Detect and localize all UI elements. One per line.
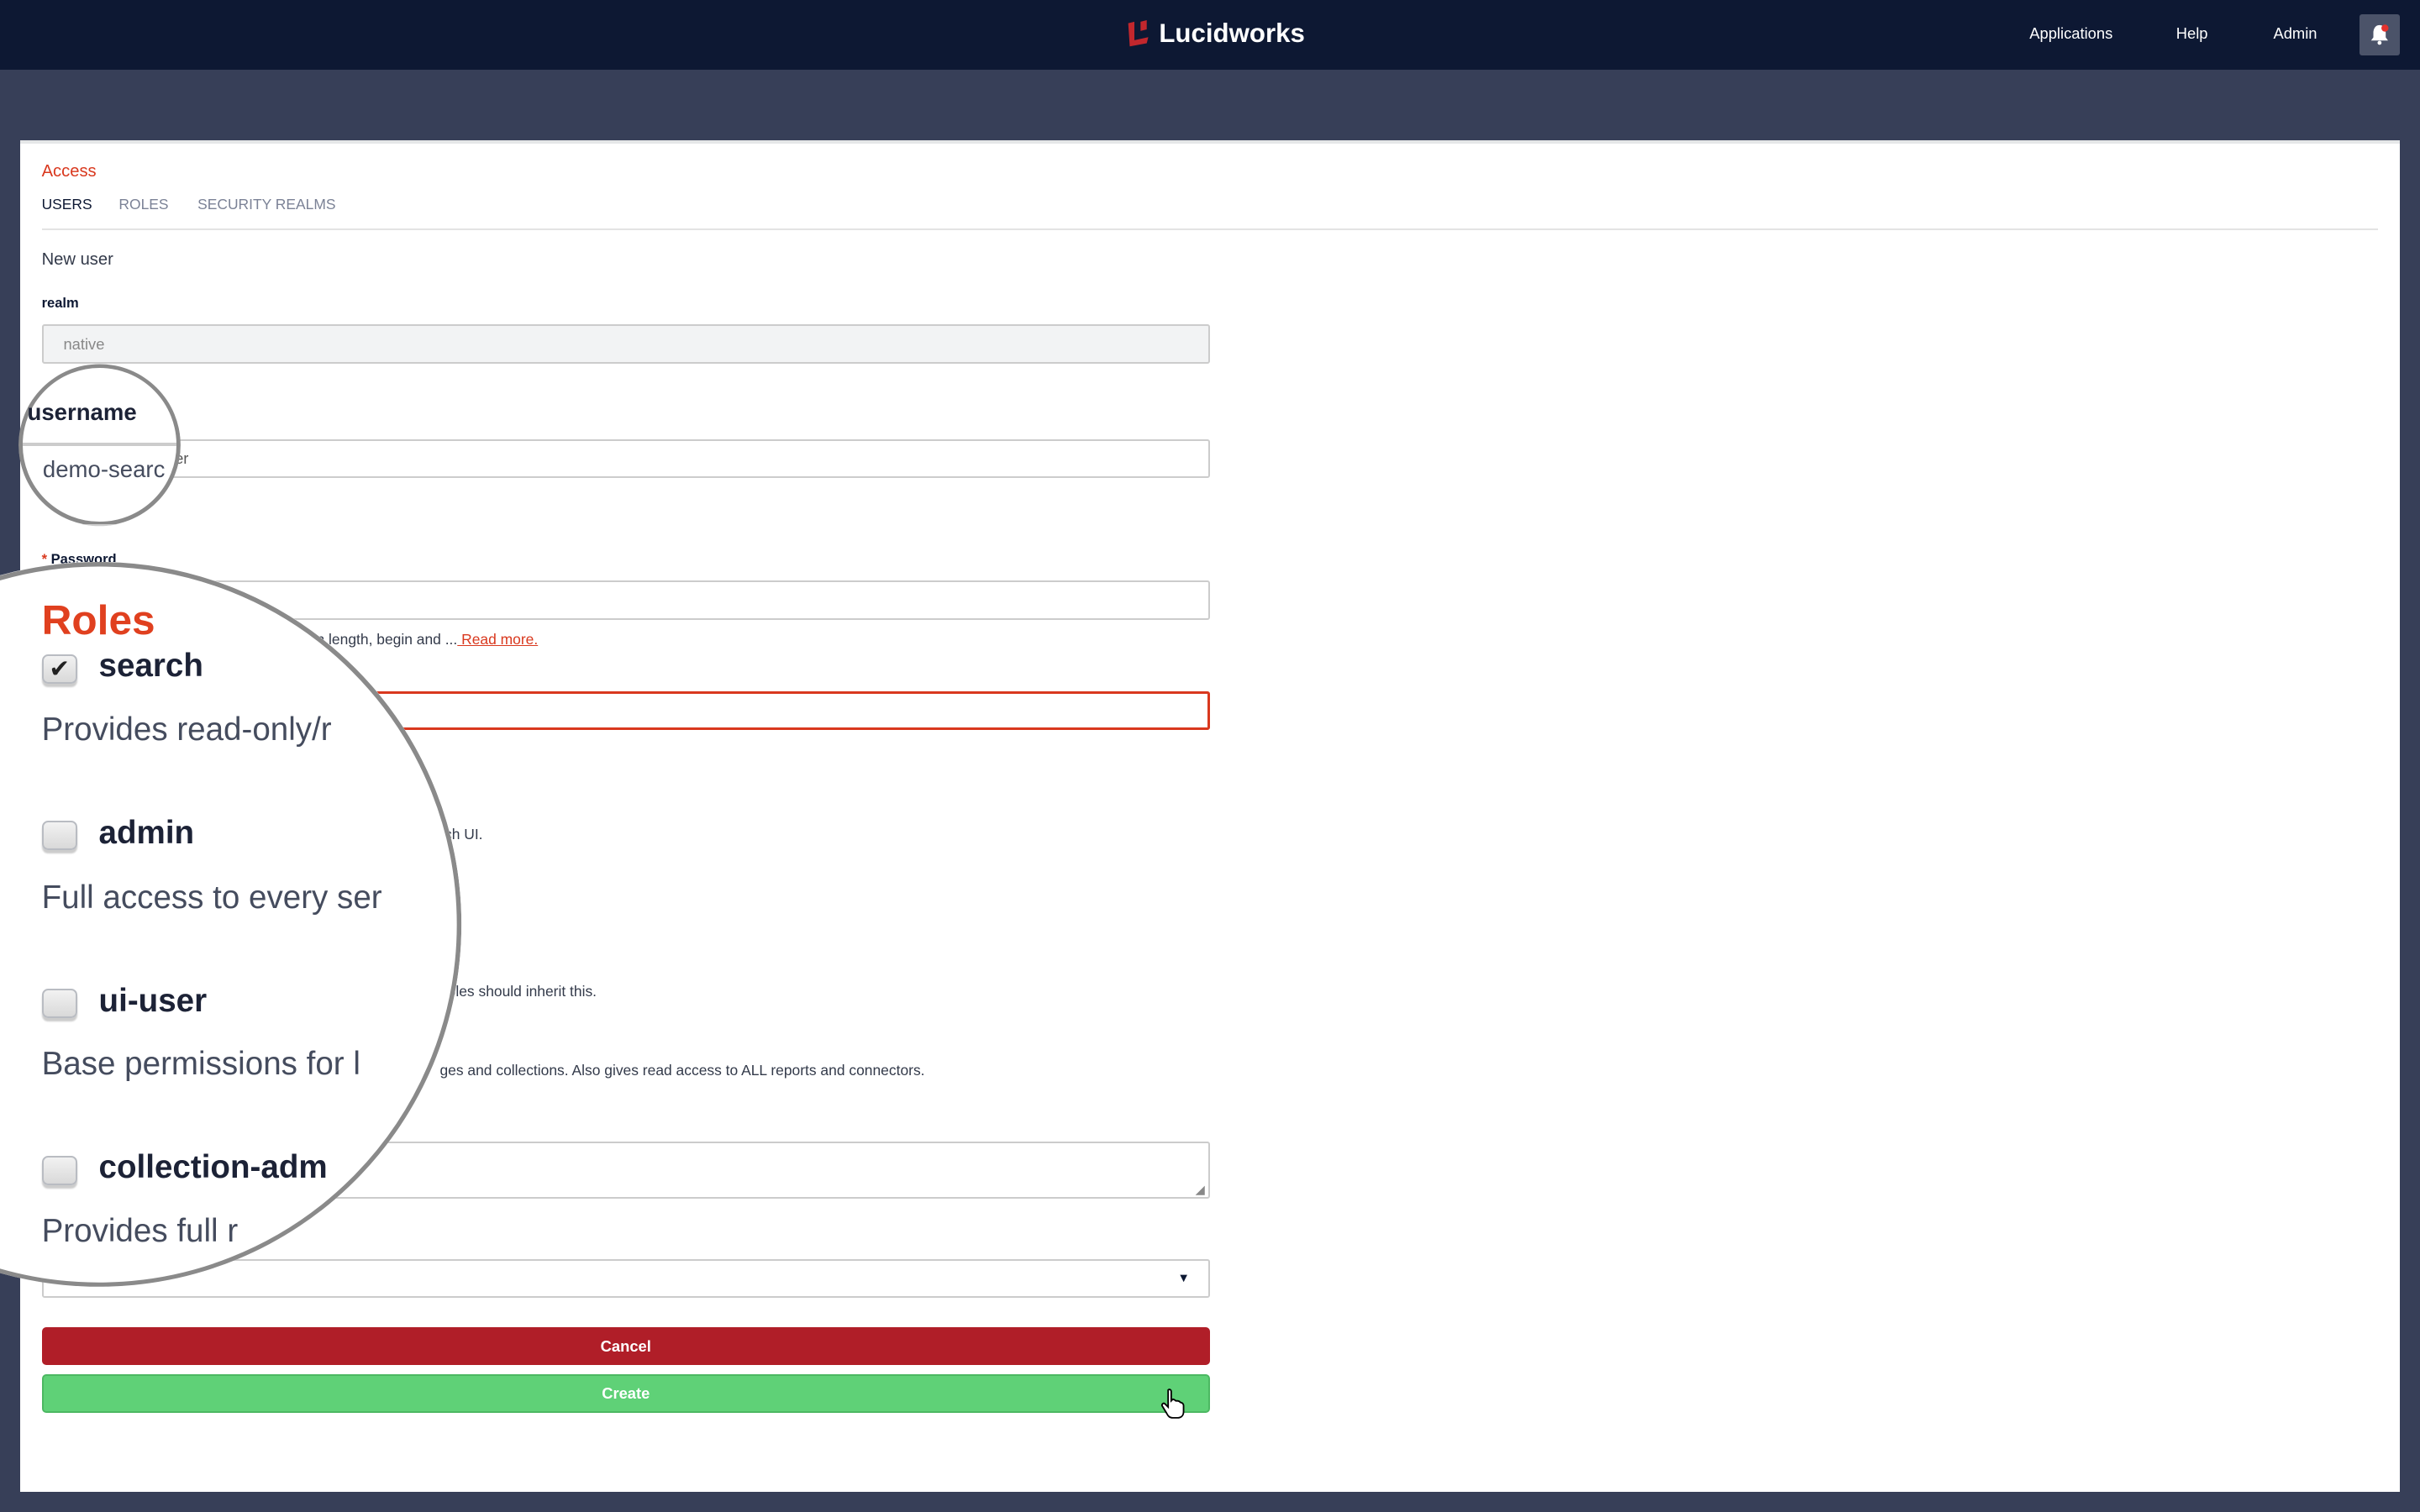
password-help: n length, begin and ... Read more. bbox=[317, 631, 539, 648]
realm-value: native bbox=[63, 334, 105, 353]
cancel-button[interactable]: Cancel bbox=[41, 1326, 1210, 1366]
brand-logo[interactable]: Lucidworks bbox=[1125, 18, 1305, 49]
nav-help[interactable]: Help bbox=[2176, 24, 2208, 43]
role-desc-fragment: oles should inherit this. bbox=[447, 982, 597, 1000]
password-help-text: n length, begin and ... bbox=[316, 631, 458, 648]
divider bbox=[41, 228, 2379, 230]
magnified-username-value: demo-searc bbox=[42, 456, 166, 483]
role-desc-fragment: ges and collections. Also gives read acc… bbox=[439, 1061, 925, 1079]
create-button[interactable]: Create bbox=[41, 1374, 1210, 1414]
brand-name: Lucidworks bbox=[1159, 18, 1305, 49]
required-mark: * bbox=[41, 550, 48, 567]
resize-handle-icon[interactable]: ◢ bbox=[1196, 1183, 1205, 1197]
username-magnifier: username demo-searc bbox=[18, 364, 181, 527]
hand-cursor-icon bbox=[1160, 1389, 1185, 1420]
top-navbar: Lucidworks Applications Help Admin bbox=[0, 0, 2420, 70]
chevron-down-icon: ▼ bbox=[1177, 1271, 1190, 1285]
tab-security-realms[interactable]: SECURITY REALMS bbox=[197, 196, 335, 213]
form-title: New user bbox=[41, 249, 113, 269]
realm-field: native bbox=[41, 323, 1210, 365]
nav-admin[interactable]: Admin bbox=[2273, 24, 2317, 43]
tab-roles[interactable]: ROLES bbox=[118, 196, 168, 213]
magnified-username-label: username bbox=[27, 399, 137, 426]
realm-label: realm bbox=[41, 294, 79, 311]
username-field[interactable]: demo-search-user bbox=[41, 439, 1210, 479]
bell-icon bbox=[2369, 24, 2391, 45]
nav-applications[interactable]: Applications bbox=[2029, 24, 2112, 43]
app: Lucidworks Applications Help Admin Acces… bbox=[0, 0, 2420, 1512]
read-more-link[interactable]: Read more. bbox=[457, 631, 538, 648]
tab-users[interactable]: USERS bbox=[42, 196, 92, 213]
notifications-button[interactable] bbox=[2360, 13, 2401, 56]
section-title: Access bbox=[41, 161, 97, 181]
lucidworks-logo-icon bbox=[1125, 19, 1150, 48]
